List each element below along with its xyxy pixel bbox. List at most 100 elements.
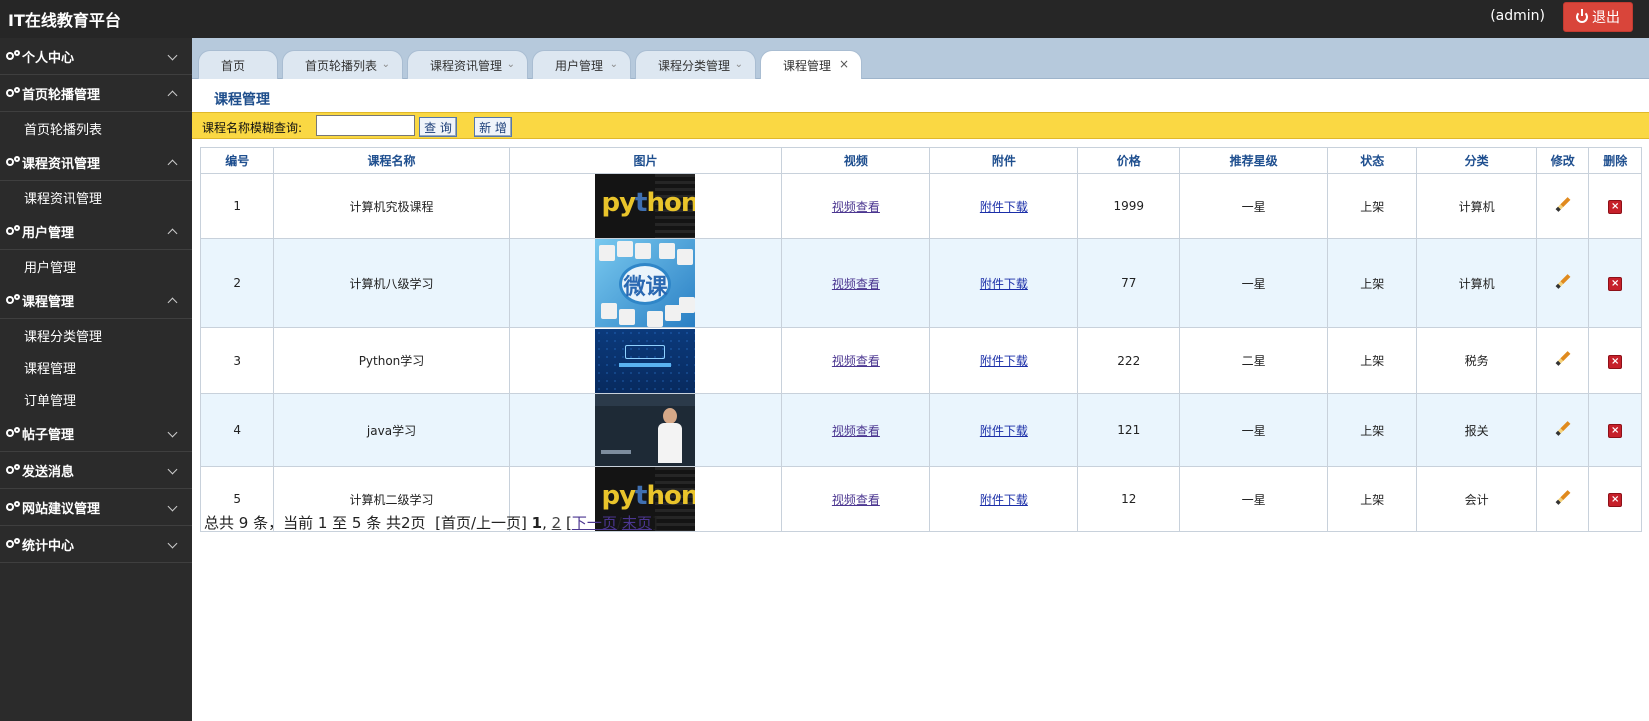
tab-label: 用户管理 (555, 58, 604, 73)
video-view-link[interactable]: 视频查看 (832, 493, 880, 507)
delete-icon[interactable]: × (1608, 354, 1623, 369)
course-table: 编号 课程名称 图片 视频 附件 价格 推荐星级 状态 分类 修改 删除 1 计算机究极课程 pytho… (199, 147, 1642, 532)
cell-delete: × (1588, 238, 1642, 328)
pagination: 总共 9 条，当前 1 至 5 条 共2页 [首页/上一页] 1, 2 [下一页… (204, 514, 658, 532)
sidebar-group[interactable]: 课程资讯管理 (0, 144, 192, 181)
video-view-link[interactable]: 视频查看 (832, 354, 880, 368)
pager-separator: , (542, 514, 547, 532)
logout-button[interactable]: 退出 (1563, 2, 1633, 32)
tab[interactable]: 首页轮播列表 ⌄ (282, 50, 403, 79)
tab[interactable]: 课程分类管理 ⌄ (635, 50, 756, 79)
attachment-download-link[interactable]: 附件下载 (980, 424, 1028, 438)
cell-stars: 一星 (1179, 466, 1329, 532)
sidebar-item[interactable]: 订单管理 (0, 383, 192, 415)
pencil-icon[interactable] (1555, 351, 1571, 367)
column-header: 修改 (1535, 147, 1590, 174)
gears-icon (6, 225, 22, 237)
cell-edit (1535, 238, 1590, 328)
tab[interactable]: 用户管理 ⌄ (532, 50, 631, 79)
pager-page-2-link[interactable]: 2 (552, 514, 562, 532)
cell-id: 2 (199, 238, 275, 328)
cell-course-name: java学习 (273, 393, 510, 467)
video-view-link[interactable]: 视频查看 (832, 200, 880, 214)
sidebar-group[interactable]: 发送消息 (0, 452, 192, 489)
attachment-download-link[interactable]: 附件下载 (980, 493, 1028, 507)
cell-course-name: Python学习 (273, 327, 510, 394)
column-header: 删除 (1588, 147, 1642, 174)
sidebar-group[interactable]: 首页轮播管理 (0, 75, 192, 112)
tab-label: 课程管理 (783, 59, 832, 73)
sidebar-item[interactable]: 首页轮播列表 (0, 112, 192, 144)
tab-strip: 首页 首页轮播列表 ⌄ 课程资讯管理 ⌄ 用户管理 ⌄ 课程分类管理 ⌄ 课程管理 × (192, 38, 1649, 80)
delete-icon[interactable]: × (1608, 277, 1623, 291)
gears-icon (6, 294, 22, 306)
tab-label: 首页 (221, 58, 246, 73)
sidebar-item[interactable]: 课程资讯管理 (0, 181, 192, 213)
delete-icon[interactable]: × (1608, 493, 1623, 507)
chevron-down-icon (167, 464, 178, 475)
sidebar-group[interactable]: 个人中心 (0, 38, 192, 75)
cell-edit (1535, 327, 1590, 394)
cell-course-name: 计算机究极课程 (273, 173, 510, 239)
course-name-search-input[interactable] (316, 115, 415, 136)
pencil-icon[interactable] (1555, 490, 1571, 506)
cell-image (508, 327, 783, 394)
cell-attachment: 附件下载 (929, 173, 1079, 239)
video-view-link[interactable]: 视频查看 (832, 277, 880, 291)
sidebar-group[interactable]: 统计中心 (0, 526, 192, 563)
cell-edit (1535, 173, 1590, 239)
video-view-link[interactable]: 视频查看 (832, 424, 880, 438)
tab[interactable]: 课程管理 × (760, 50, 862, 80)
column-header: 推荐星级 (1179, 147, 1329, 174)
column-header: 价格 (1077, 147, 1181, 174)
table-row: 2 计算机八级学习 微课 视频查看 附件下载 77 一星 上架 计算机 × (199, 238, 1642, 328)
lecture-video-thumbnail (595, 394, 696, 466)
sidebar-item[interactable]: 用户管理 (0, 250, 192, 282)
tab[interactable]: 课程资讯管理 ⌄ (407, 50, 528, 79)
cell-video: 视频查看 (781, 173, 931, 239)
tab-label: 课程分类管理 (658, 58, 731, 73)
cell-delete: × (1588, 327, 1642, 394)
sidebar-group[interactable]: 用户管理 (0, 213, 192, 250)
delete-icon[interactable]: × (1608, 200, 1623, 214)
cell-image: python (508, 173, 783, 239)
cell-attachment: 附件下载 (929, 327, 1079, 394)
pager-first-prev: [首页/上一页] (435, 514, 527, 532)
column-header: 视频 (781, 147, 931, 174)
chevron-down-icon (167, 427, 178, 438)
pencil-icon[interactable] (1555, 274, 1571, 290)
chevron-down-icon[interactable]: ⌄ (610, 59, 618, 70)
cell-status: 上架 (1327, 327, 1418, 394)
tab[interactable]: 首页 (198, 50, 278, 79)
table-row: 4 java学习 视频查看 附件下载 121 一星 上架 报关 × (199, 393, 1642, 467)
chevron-up-icon (167, 90, 178, 101)
pager-last-link[interactable]: 末页 (622, 514, 652, 532)
query-button[interactable]: 查 询 (419, 117, 457, 137)
column-header: 课程名称 (273, 147, 510, 174)
cell-status: 上架 (1327, 173, 1418, 239)
pager-next-link[interactable]: 下一页 (572, 514, 617, 532)
chevron-down-icon[interactable]: ⌄ (735, 59, 743, 70)
chevron-down-icon[interactable]: ⌄ (382, 59, 390, 70)
attachment-download-link[interactable]: 附件下载 (980, 354, 1028, 368)
pager-current-page: 1 (531, 514, 543, 532)
cell-video: 视频查看 (781, 238, 931, 328)
column-header: 状态 (1327, 147, 1418, 174)
cell-attachment: 附件下载 (929, 393, 1079, 467)
attachment-download-link[interactable]: 附件下载 (980, 277, 1028, 291)
chevron-down-icon[interactable]: ⌄ (507, 59, 515, 70)
pencil-icon[interactable] (1555, 197, 1571, 213)
close-icon[interactable]: × (839, 57, 849, 71)
cell-status: 上架 (1327, 238, 1418, 328)
sidebar-item[interactable]: 课程分类管理 (0, 319, 192, 351)
add-button[interactable]: 新 增 (474, 117, 512, 137)
pencil-icon[interactable] (1555, 421, 1571, 437)
sidebar-item[interactable]: 课程管理 (0, 351, 192, 383)
sidebar-group[interactable]: 帖子管理 (0, 415, 192, 452)
sidebar-group[interactable]: 课程管理 (0, 282, 192, 319)
delete-icon[interactable]: × (1608, 424, 1623, 438)
sidebar-group[interactable]: 网站建议管理 (0, 489, 192, 526)
current-user: (admin) (1490, 8, 1545, 24)
cell-price: 1999 (1077, 173, 1181, 239)
attachment-download-link[interactable]: 附件下载 (980, 200, 1028, 214)
